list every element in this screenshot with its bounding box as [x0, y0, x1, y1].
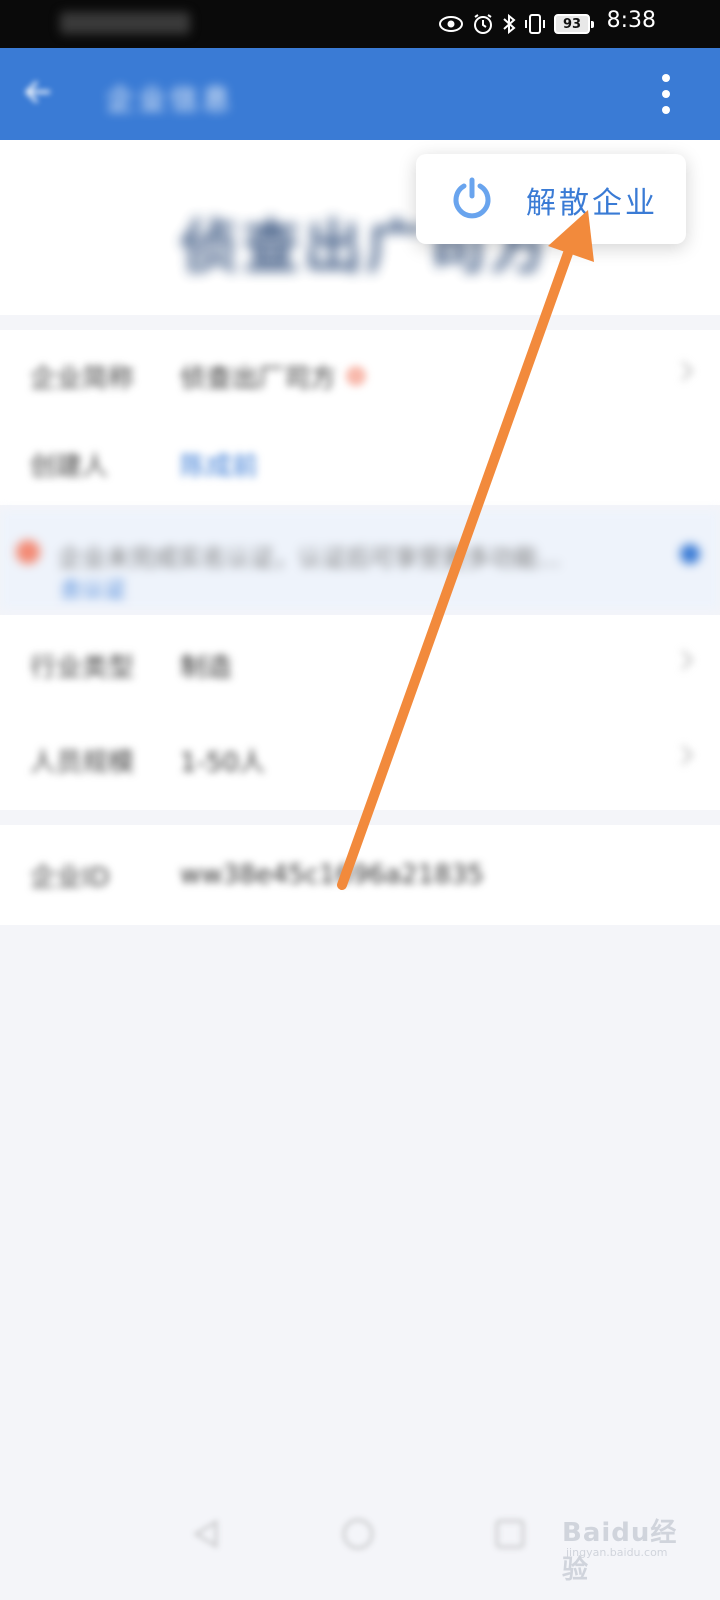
row-label: 企业简称 — [30, 363, 135, 394]
chevron-right-icon — [673, 650, 693, 670]
details-card: 企业简称 侦查出厂司方 创建人 陈成前 — [0, 330, 720, 505]
row-value: ww38e45c1696a21835 — [180, 860, 484, 890]
power-icon — [453, 177, 491, 219]
size-row[interactable]: 人员规模 1-50人 — [30, 730, 693, 790]
chevron-right-icon — [673, 361, 693, 381]
watermark: Baidu经验 jingyan.baidu.com — [562, 1512, 692, 1585]
nav-recents-icon[interactable] — [492, 1516, 528, 1552]
info-icon — [680, 544, 700, 564]
eye-icon — [439, 16, 463, 32]
warning-icon — [16, 540, 40, 564]
system-nav-bar: Baidu经验 jingyan.baidu.com — [0, 1480, 720, 1600]
battery-icon: 93 — [554, 14, 594, 34]
enterprise-id-card: 企业ID ww38e45c1696a21835 — [0, 825, 720, 925]
notice-text: 企业未完成实名认证，认证后可享受更多功能... — [58, 544, 561, 572]
row-label: 创建人 — [30, 451, 109, 482]
status-bar: 93 8:38 — [0, 0, 720, 48]
status-icons: 93 — [438, 10, 594, 38]
nav-home-icon[interactable] — [340, 1516, 376, 1552]
chevron-right-icon — [673, 745, 693, 765]
enterprise-id-row: 企业ID ww38e45c1696a21835 — [30, 845, 690, 905]
row-label: 企业ID — [30, 862, 110, 893]
row-value: 制造 — [180, 652, 233, 683]
clock: 8:38 — [606, 8, 656, 33]
verification-notice[interactable]: 企业未完成实名认证，认证后可享受更多功能... 去认证 — [0, 510, 720, 610]
creator-row: 创建人 陈成前 — [30, 434, 690, 494]
settings-card: 行业类型 制造 人员规模 1-50人 — [0, 615, 720, 810]
row-value[interactable]: 陈成前 — [180, 446, 258, 483]
watermark-url: jingyan.baidu.com — [566, 1546, 668, 1559]
row-label: 人员规模 — [30, 747, 135, 778]
page-title: 企业信息 — [106, 83, 235, 116]
back-arrow-icon[interactable] — [22, 76, 54, 108]
more-vertical-icon[interactable] — [660, 74, 672, 114]
nav-back-icon[interactable] — [188, 1516, 224, 1552]
dissolve-enterprise-menu-item[interactable]: 解散企业 — [526, 178, 658, 222]
vibrate-icon — [525, 14, 545, 34]
status-notifications — [60, 12, 190, 34]
app-bar: 企业信息 — [0, 48, 720, 140]
row-label: 行业类型 — [30, 652, 135, 683]
industry-row[interactable]: 行业类型 制造 — [30, 635, 693, 695]
row-value: 侦查出厂司方 — [180, 363, 337, 394]
row-value: 1-50人 — [180, 747, 266, 778]
short-name-row[interactable]: 企业简称 侦查出厂司方 — [30, 346, 693, 406]
bluetooth-icon — [503, 13, 516, 35]
verify-link[interactable]: 去认证 — [60, 572, 126, 604]
alarm-icon — [474, 14, 492, 34]
red-dot-icon — [346, 366, 367, 386]
overflow-menu: 解散企业 — [416, 154, 686, 244]
